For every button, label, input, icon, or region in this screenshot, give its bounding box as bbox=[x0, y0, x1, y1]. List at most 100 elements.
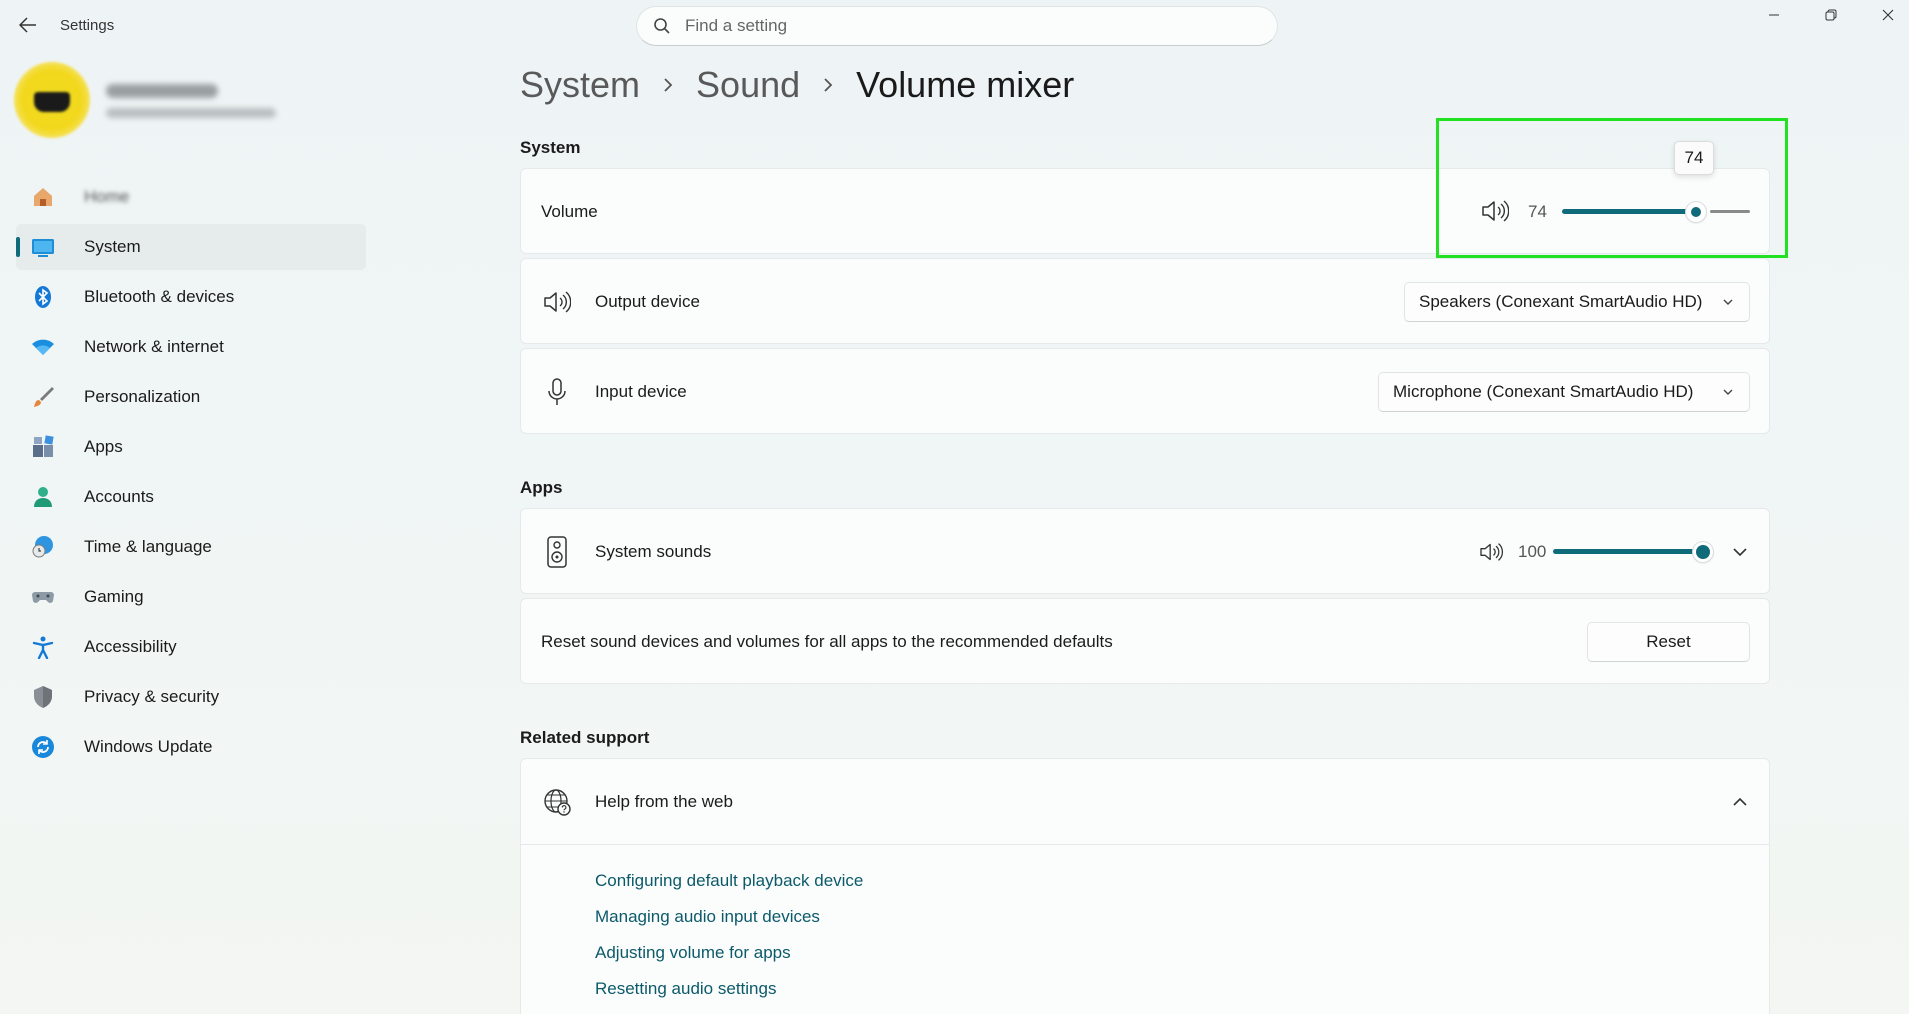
sidebar-item-network[interactable]: Network & internet bbox=[16, 324, 366, 370]
minimize-button[interactable] bbox=[1754, 4, 1794, 26]
reset-description: Reset sound devices and volumes for all … bbox=[541, 632, 1113, 651]
sidebar-item-label: Personalization bbox=[84, 387, 201, 406]
slider-fill bbox=[1553, 549, 1697, 554]
avatar bbox=[14, 62, 90, 138]
accessibility-icon bbox=[30, 634, 56, 660]
close-button[interactable] bbox=[1868, 4, 1908, 26]
volume-card: Volume 74 bbox=[520, 168, 1770, 254]
volume-label: Volume bbox=[541, 202, 598, 221]
speaker-icon bbox=[541, 286, 573, 318]
search-input[interactable] bbox=[685, 16, 1245, 36]
apps-icon bbox=[30, 434, 56, 460]
reset-button[interactable]: Reset bbox=[1587, 622, 1750, 662]
accounts-icon bbox=[30, 484, 56, 510]
restore-icon bbox=[1825, 9, 1837, 21]
sidebar-item-apps[interactable]: Apps bbox=[16, 424, 366, 470]
system-sounds-volume-control bbox=[1479, 542, 1503, 562]
system-sounds-slider[interactable] bbox=[1553, 542, 1713, 562]
volume-slider[interactable] bbox=[1562, 202, 1750, 222]
title-bar: Settings bbox=[0, 0, 1909, 50]
breadcrumb: System Sound Volume mixer bbox=[520, 64, 1074, 106]
master-volume-control bbox=[1481, 199, 1509, 223]
help-card: Help from the web Configuring default pl… bbox=[520, 758, 1770, 1014]
system-sounds-label: System sounds bbox=[595, 542, 712, 561]
sidebar-item-home[interactable]: Home bbox=[16, 174, 366, 220]
sidebar-nav: Home System Bluetooth & devices Network … bbox=[16, 174, 366, 774]
help-link[interactable]: Adjusting volume for apps bbox=[595, 935, 863, 971]
sidebar-item-label: Privacy & security bbox=[84, 687, 220, 706]
input-device-selected: Microphone (Conexant SmartAudio HD) bbox=[1393, 382, 1694, 401]
sidebar-item-time-language[interactable]: Time & language bbox=[16, 524, 366, 570]
microphone-icon bbox=[541, 376, 573, 408]
sidebar-item-label: Time & language bbox=[84, 537, 212, 556]
search-icon bbox=[654, 18, 670, 34]
breadcrumb-system[interactable]: System bbox=[520, 64, 640, 106]
minimize-icon bbox=[1769, 14, 1779, 16]
help-link[interactable]: Resetting audio settings bbox=[595, 971, 863, 1007]
brush-icon bbox=[30, 384, 56, 410]
help-link[interactable]: Configuring default playback device bbox=[595, 863, 863, 899]
sidebar-item-label: Accessibility bbox=[84, 637, 177, 656]
app-title: Settings bbox=[60, 17, 115, 34]
chevron-up-icon bbox=[1733, 797, 1747, 806]
chevron-down-icon bbox=[1723, 389, 1733, 395]
breadcrumb-sound[interactable]: Sound bbox=[696, 64, 800, 106]
restore-button[interactable] bbox=[1811, 4, 1851, 26]
sidebar-item-accounts[interactable]: Accounts bbox=[16, 474, 366, 520]
system-sounds-value: 100 bbox=[1518, 542, 1547, 561]
user-profile[interactable] bbox=[14, 62, 314, 140]
speaker-device-icon bbox=[541, 536, 573, 568]
home-icon bbox=[30, 184, 56, 210]
slider-thumb[interactable] bbox=[1693, 542, 1713, 562]
back-button[interactable] bbox=[14, 12, 42, 38]
output-device-label: Output device bbox=[595, 292, 700, 311]
section-title-system: System bbox=[520, 138, 581, 157]
shield-icon bbox=[30, 684, 56, 710]
system-sounds-card: System sounds 100 bbox=[520, 508, 1770, 594]
collapse-button[interactable] bbox=[1729, 792, 1751, 812]
help-links: Configuring default playback device Mana… bbox=[595, 863, 863, 1007]
sidebar-item-windows-update[interactable]: Windows Update bbox=[16, 724, 366, 770]
search-box[interactable] bbox=[636, 6, 1278, 46]
chevron-right-icon bbox=[662, 77, 674, 93]
help-from-web-label: Help from the web bbox=[595, 792, 733, 811]
gamepad-icon bbox=[30, 584, 56, 610]
divider bbox=[521, 844, 1769, 845]
help-link[interactable]: Managing audio input devices bbox=[595, 899, 863, 935]
system-icon bbox=[30, 234, 56, 260]
output-device-selected: Speakers (Conexant SmartAudio HD) bbox=[1419, 292, 1703, 311]
profile-name-redacted bbox=[106, 84, 218, 98]
slider-track bbox=[1710, 210, 1750, 213]
sidebar-item-bluetooth[interactable]: Bluetooth & devices bbox=[16, 274, 366, 320]
sidebar-item-label: Gaming bbox=[84, 587, 144, 606]
input-device-dropdown[interactable]: Microphone (Conexant SmartAudio HD) bbox=[1378, 372, 1750, 412]
output-device-dropdown[interactable]: Speakers (Conexant SmartAudio HD) bbox=[1404, 282, 1750, 322]
sidebar-item-label: Home bbox=[84, 187, 130, 206]
slider-thumb[interactable] bbox=[1686, 202, 1707, 222]
speaker-icon[interactable] bbox=[1481, 199, 1509, 223]
profile-email-redacted bbox=[106, 108, 276, 118]
slider-fill bbox=[1562, 209, 1691, 214]
help-from-web-header[interactable]: Help from the web bbox=[521, 759, 1769, 845]
sidebar-item-system[interactable]: System bbox=[16, 224, 366, 270]
sidebar-item-gaming[interactable]: Gaming bbox=[16, 574, 366, 620]
expand-button[interactable] bbox=[1729, 542, 1751, 562]
section-title-related-support: Related support bbox=[520, 728, 650, 747]
input-device-label: Input device bbox=[595, 382, 687, 401]
sidebar-item-privacy[interactable]: Privacy & security bbox=[16, 674, 366, 720]
volume-value: 74 bbox=[1528, 202, 1547, 221]
wifi-icon bbox=[30, 334, 56, 360]
speaker-icon[interactable] bbox=[1479, 542, 1503, 562]
section-title-apps: Apps bbox=[520, 478, 563, 497]
volume-tooltip: 74 bbox=[1674, 141, 1714, 175]
bluetooth-icon bbox=[30, 284, 56, 310]
sidebar-item-label: System bbox=[84, 237, 141, 256]
sidebar-item-personalization[interactable]: Personalization bbox=[16, 374, 366, 420]
sidebar-item-label: Network & internet bbox=[84, 337, 224, 356]
sidebar-item-accessibility[interactable]: Accessibility bbox=[16, 624, 366, 670]
page-title: Volume mixer bbox=[856, 64, 1075, 105]
sidebar-item-label: Apps bbox=[84, 437, 123, 456]
sidebar-item-label: Bluetooth & devices bbox=[84, 287, 235, 306]
arrow-left-icon bbox=[19, 17, 36, 33]
update-icon bbox=[30, 734, 56, 760]
